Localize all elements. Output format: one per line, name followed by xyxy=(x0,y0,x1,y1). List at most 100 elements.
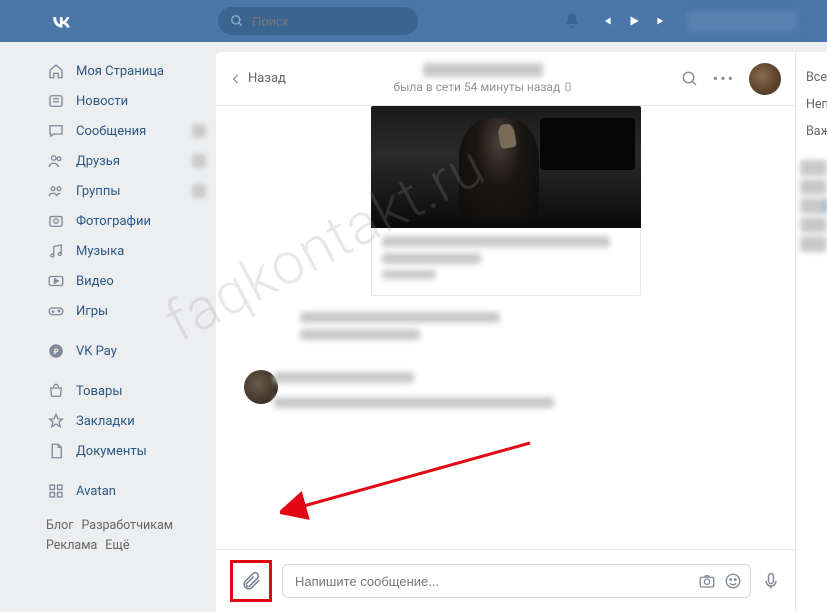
message-avatar[interactable] xyxy=(244,370,278,404)
chat-header: Назад была в сети 54 минуты назад ••• xyxy=(216,52,795,106)
chat-status: была в сети 54 минуты назад xyxy=(286,80,681,94)
sidebar-item-friends[interactable]: Друзья xyxy=(46,146,210,176)
news-icon xyxy=(46,91,66,111)
sidebar-item-video[interactable]: Видео xyxy=(46,266,210,296)
music-player-controls xyxy=(599,14,669,28)
user-menu[interactable] xyxy=(687,11,797,31)
right-item-active[interactable] xyxy=(800,198,827,214)
sidebar-item-label: Музыка xyxy=(76,244,124,259)
left-sidebar: Моя Страница Новости Сообщения Друзья Гр… xyxy=(46,42,210,612)
attachment-caption xyxy=(371,228,641,296)
games-icon xyxy=(46,301,66,321)
sidebar-item-label: Друзья xyxy=(76,154,120,169)
chat-actions: ••• xyxy=(681,63,781,95)
sidebar-item-bookmarks[interactable]: Закладки xyxy=(46,406,210,436)
chat-title: была в сети 54 минуты назад xyxy=(286,63,681,94)
contact-avatar[interactable] xyxy=(749,63,781,95)
friends-icon xyxy=(46,151,66,171)
right-item[interactable] xyxy=(800,217,827,233)
notification-bell-icon[interactable] xyxy=(563,12,581,30)
sidebar-item-label: Видео xyxy=(76,274,114,289)
emoji-icon[interactable] xyxy=(724,572,742,590)
filter-unread[interactable]: Неп xyxy=(796,91,827,118)
message-text xyxy=(300,312,500,323)
header-right xyxy=(563,11,817,31)
sidebar-item-avatan[interactable]: Avatan xyxy=(46,476,210,506)
sidebar-item-label: Фотографии xyxy=(76,214,151,229)
sidebar-item-documents[interactable]: Документы xyxy=(46,436,210,466)
chevron-left-icon xyxy=(230,72,242,86)
chat-menu-icon[interactable]: ••• xyxy=(713,69,735,88)
sidebar-item-my-page[interactable]: Моя Страница xyxy=(46,56,210,86)
attach-highlight-box xyxy=(230,560,272,602)
prev-track-icon[interactable] xyxy=(599,14,613,28)
attachment-image xyxy=(371,106,641,228)
vkpay-icon: ₽ xyxy=(46,341,66,361)
back-button[interactable]: Назад xyxy=(230,71,286,86)
chat-contact-name xyxy=(423,63,543,77)
filter-all[interactable]: Все xyxy=(796,64,827,91)
attach-button[interactable] xyxy=(237,567,265,595)
sidebar-item-label: VK Pay xyxy=(76,344,117,359)
next-track-icon[interactable] xyxy=(655,14,669,28)
sidebar-item-photos[interactable]: Фотографии xyxy=(46,206,210,236)
chat-input-row xyxy=(216,549,795,612)
home-icon xyxy=(46,61,66,81)
messages-badge xyxy=(192,124,206,138)
chat-body xyxy=(216,106,795,549)
right-item[interactable] xyxy=(800,179,827,195)
message-text xyxy=(274,397,554,408)
chat-panel: Назад была в сети 54 минуты назад ••• xyxy=(216,52,795,612)
footer-link-ads[interactable]: Реклама xyxy=(46,538,97,553)
vk-logo[interactable] xyxy=(48,8,74,34)
footer-link-developers[interactable]: Разработчикам xyxy=(81,518,173,533)
message-input[interactable] xyxy=(295,574,714,589)
right-item[interactable] xyxy=(800,236,827,252)
message-author xyxy=(274,372,414,383)
play-icon[interactable] xyxy=(627,14,641,28)
input-icons xyxy=(698,572,742,590)
message-text xyxy=(300,329,420,340)
sidebar-item-label: Документы xyxy=(76,444,147,459)
sidebar-item-label: Товары xyxy=(76,384,122,399)
sidebar-item-label: Сообщения xyxy=(76,124,146,139)
sidebar-item-label: Моя Страница xyxy=(76,64,164,79)
mobile-icon xyxy=(563,82,573,92)
paperclip-icon xyxy=(240,570,262,592)
search-icon xyxy=(230,14,244,28)
right-filter-column: Все Неп Важ xyxy=(795,52,827,612)
friends-badge xyxy=(192,154,206,168)
footer-links: Блог Разработчикам Реклама Ещё xyxy=(46,506,210,566)
message-attachment-card[interactable] xyxy=(371,106,641,296)
market-icon xyxy=(46,381,66,401)
sidebar-item-messages[interactable]: Сообщения xyxy=(46,116,210,146)
search-box[interactable] xyxy=(218,7,418,35)
camera-icon[interactable] xyxy=(698,572,716,590)
filter-important[interactable]: Важ xyxy=(796,118,827,145)
sidebar-item-market[interactable]: Товары xyxy=(46,376,210,406)
sidebar-item-groups[interactable]: Группы xyxy=(46,176,210,206)
music-icon xyxy=(46,241,66,261)
top-header xyxy=(0,0,827,42)
sidebar-item-label: Группы xyxy=(76,184,120,199)
sidebar-item-vkpay[interactable]: ₽ VK Pay xyxy=(46,336,210,366)
sidebar-item-music[interactable]: Музыка xyxy=(46,236,210,266)
chat-search-icon[interactable] xyxy=(681,70,699,88)
back-label: Назад xyxy=(248,71,286,86)
right-item[interactable] xyxy=(800,160,827,176)
footer-link-blog[interactable]: Блог xyxy=(46,518,73,533)
sidebar-item-games[interactable]: Игры xyxy=(46,296,210,326)
groups-badge xyxy=(192,184,206,198)
document-icon xyxy=(46,441,66,461)
groups-icon xyxy=(46,181,66,201)
messages-icon xyxy=(46,121,66,141)
svg-text:₽: ₽ xyxy=(53,347,59,356)
sidebar-item-label: Игры xyxy=(76,304,108,319)
sidebar-item-news[interactable]: Новости xyxy=(46,86,210,116)
search-input[interactable] xyxy=(252,14,406,29)
video-icon xyxy=(46,271,66,291)
photos-icon xyxy=(46,211,66,231)
app-icon xyxy=(46,481,66,501)
footer-link-more[interactable]: Ещё xyxy=(105,538,129,553)
voice-message-button[interactable] xyxy=(761,571,781,591)
